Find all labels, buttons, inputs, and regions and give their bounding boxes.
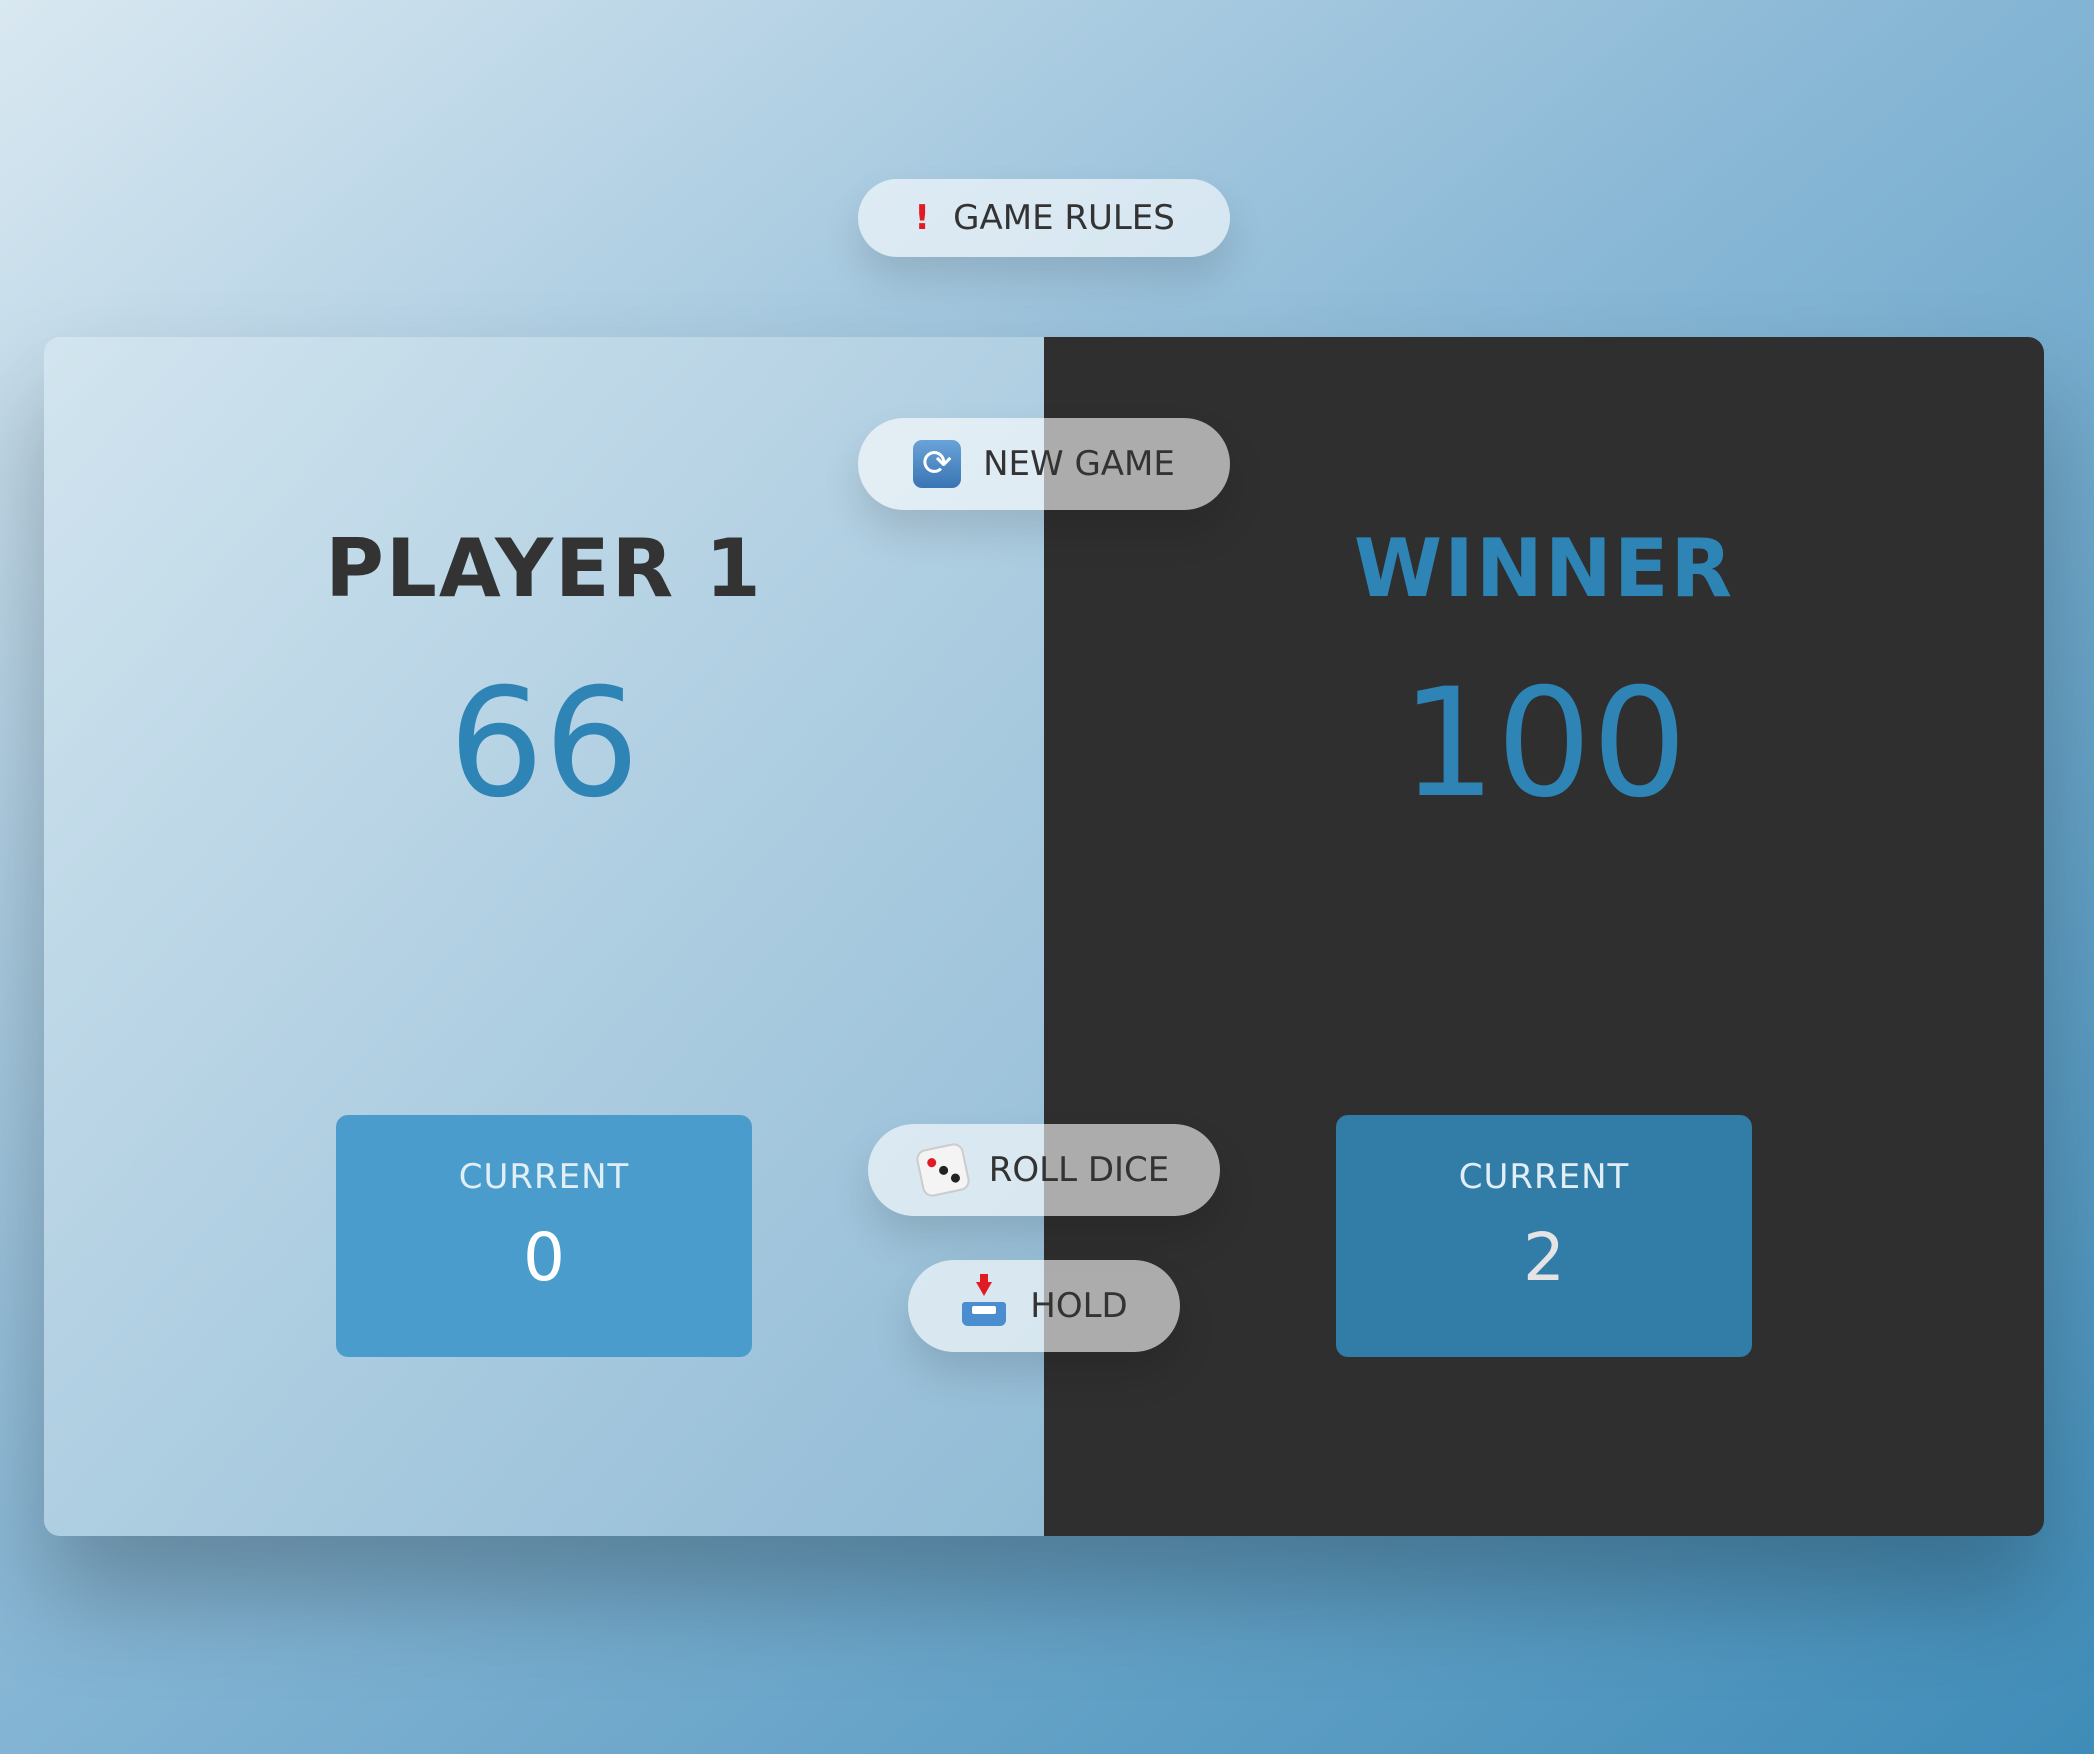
roll-dice-button[interactable]: ROLL DICE — [868, 1124, 1220, 1216]
player-2-name: WINNER — [1353, 522, 1735, 615]
player-1-current-box: CURRENT 0 — [336, 1115, 752, 1357]
player-1-score: 66 — [448, 657, 640, 831]
player-2-current-score: 2 — [1523, 1219, 1565, 1296]
game-rules-label: GAME RULES — [953, 198, 1175, 238]
game-board: PLAYER 1 66 CURRENT 0 WINNER 100 CURRENT… — [44, 337, 2044, 1536]
new-game-label: NEW GAME — [983, 444, 1175, 484]
game-rules-button[interactable]: ! GAME RULES — [858, 179, 1230, 257]
inbox-tray-icon — [960, 1274, 1008, 1330]
player-2-panel: WINNER 100 CURRENT 2 — [1044, 337, 2044, 1536]
player-1-current-score: 0 — [523, 1219, 565, 1296]
player-2-score: 100 — [1400, 657, 1688, 831]
dice-icon — [914, 1141, 972, 1199]
roll-dice-label: ROLL DICE — [988, 1150, 1170, 1190]
exclamation-icon: ! — [914, 198, 930, 238]
player-1-panel: PLAYER 1 66 CURRENT 0 — [44, 337, 1044, 1536]
hold-label: HOLD — [1030, 1286, 1128, 1326]
hold-button[interactable]: HOLD — [908, 1260, 1180, 1352]
player-1-current-label: CURRENT — [458, 1157, 630, 1197]
refresh-icon: ⟳ — [913, 440, 962, 488]
player-1-name: PLAYER 1 — [325, 522, 763, 615]
player-2-current-box: CURRENT 2 — [1336, 1115, 1752, 1357]
player-2-current-label: CURRENT — [1458, 1157, 1630, 1197]
new-game-button[interactable]: ⟳ NEW GAME — [858, 418, 1230, 510]
